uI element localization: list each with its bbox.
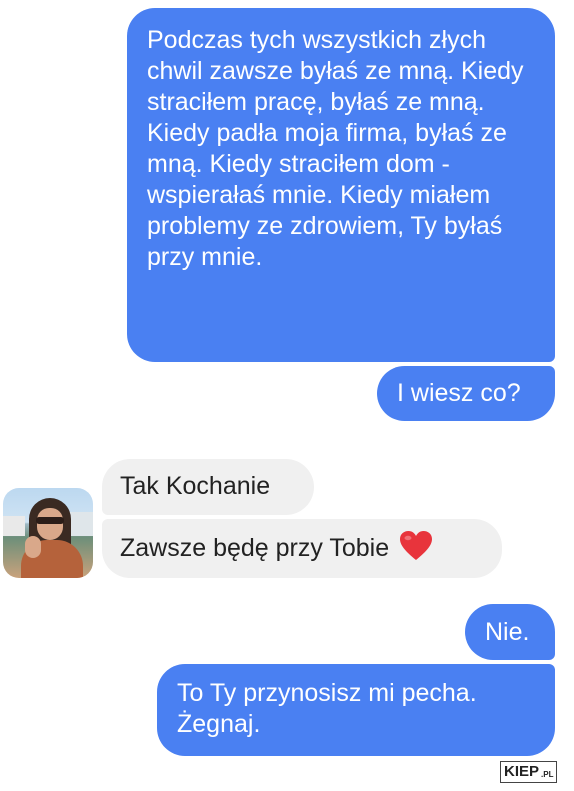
message-text: Zawsze będę przy Tobie [120, 534, 390, 562]
incoming-message[interactable]: Tak Kochanie [102, 459, 314, 515]
message-text: To Ty przynosisz mi pecha. Żegnaj. [177, 679, 477, 738]
watermark-suffix: .PL [541, 762, 557, 782]
message-text: Podczas tych wszystkich złych chwil zaws… [147, 26, 524, 271]
contact-avatar[interactable] [3, 488, 93, 578]
outgoing-message[interactable]: I wiesz co? [377, 366, 555, 421]
outgoing-message[interactable]: Nie. [465, 604, 555, 660]
message-text: Tak Kochanie [120, 472, 271, 500]
chat-thread: Podczas tych wszystkich złych chwil zaws… [0, 0, 574, 791]
site-watermark: KIEP .PL [500, 761, 558, 783]
outgoing-message[interactable]: To Ty przynosisz mi pecha. Żegnaj. [157, 664, 555, 756]
watermark-text: KIEP [501, 762, 542, 782]
incoming-message[interactable]: Zawsze będę przy Tobie [102, 519, 502, 578]
message-text: I wiesz co? [397, 379, 521, 407]
heart-emoji-icon [399, 530, 433, 562]
outgoing-message[interactable]: Podczas tych wszystkich złych chwil zaws… [127, 8, 555, 362]
message-text: Nie. [485, 618, 530, 646]
